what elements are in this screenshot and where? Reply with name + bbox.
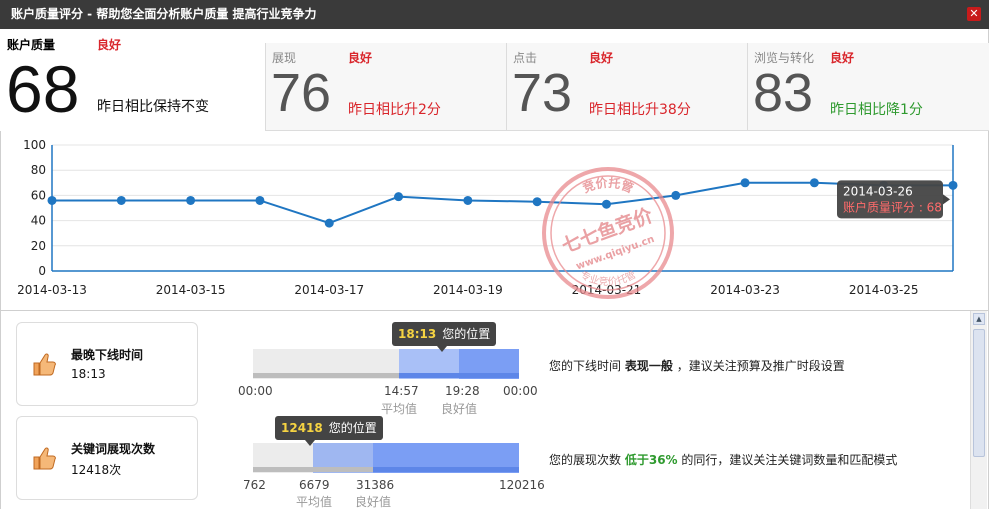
metric-details: 最晚下线时间 18:13 18:13 您的位置 00:00 14:57 19:28…: [0, 311, 989, 509]
data-point: [671, 190, 681, 200]
data-point: [47, 195, 57, 205]
y-tick-label: 20: [31, 239, 46, 253]
score-card-compare: 昨日相比降1分: [830, 102, 923, 118]
score-card-value: 73: [512, 63, 573, 123]
main-score-rating: 良好: [97, 38, 122, 52]
advice-prefix: 您的展现次数: [549, 453, 622, 467]
close-icon[interactable]: ✕: [967, 7, 981, 21]
advice-emphasis: 表现一般: [624, 359, 673, 373]
bar-tick: 14:57: [384, 384, 419, 398]
bar-tick: 00:00: [503, 384, 538, 398]
x-tick-label: 2014-03-25: [849, 283, 919, 297]
bubble-label: 您的位置: [442, 327, 491, 341]
trend-chart-svg: 0 20 40 60 80 100 2014-03-13 2014-03-15 2014-03-…: [17, 138, 958, 297]
score-card-compare: 昨日相比升38分: [589, 102, 691, 118]
data-point: [116, 195, 126, 205]
data-point: [255, 195, 265, 205]
tooltip-date: 2014-03-26: [843, 184, 913, 198]
advice-emphasis: 低于36%: [624, 453, 678, 467]
score-summary: 账户质量 良好 68 昨日相比保持不变 展现 良好 76 昨日相比升2分 点击 …: [0, 29, 989, 131]
scroll-up-icon[interactable]: ▲: [973, 313, 985, 325]
thumbs-up-icon: [33, 447, 56, 470]
y-tick-label: 0: [38, 264, 46, 278]
data-point: [532, 197, 542, 207]
score-card-impression[interactable]: 展现 良好 76 昨日相比升2分: [265, 43, 506, 131]
position-bubble: 12418 您的位置: [275, 416, 383, 446]
x-tick-label: 2014-03-19: [433, 283, 503, 297]
data-point: [463, 195, 473, 205]
tooltip-value: 账户质量评分 : 68: [843, 199, 942, 214]
metric-value: 18:13: [71, 367, 106, 381]
advice-prefix: 您的下线时间: [549, 359, 622, 373]
bar-tick: 120216: [499, 478, 545, 492]
score-trend-chart: 0 20 40 60 80 100 2014-03-13 2014-03-15 2014-03-…: [0, 131, 989, 311]
bar-baseline-highlight: [373, 467, 519, 472]
data-point: [809, 178, 819, 188]
main-score-compare: 昨日相比保持不变: [97, 99, 209, 115]
data-point: [601, 199, 611, 209]
bar-caption-good: 良好值: [355, 495, 392, 509]
score-card-rating: 良好: [348, 51, 373, 65]
x-tick-label: 2014-03-21: [572, 283, 642, 297]
position-bubble: 18:13 您的位置: [392, 322, 497, 352]
data-point: [186, 195, 196, 205]
vertical-scrollbar[interactable]: ▲: [970, 311, 987, 509]
bubble-value: 18:13: [398, 327, 437, 341]
bar-tick: 00:00: [238, 384, 273, 398]
x-tick-label: 2014-03-23: [710, 283, 780, 297]
bubble-pointer: [305, 440, 315, 446]
y-tick-label: 40: [31, 214, 46, 228]
score-card-click[interactable]: 点击 良好 73 昨日相比升38分: [506, 43, 747, 131]
title-bar: 账户质量评分 - 帮助您全面分析账户质量 提高行业竞争力 ✕: [0, 0, 989, 29]
bar-tick: 762: [243, 478, 266, 492]
bar-caption-good: 良好值: [441, 402, 478, 416]
advice-suffix: ，建议关注预算及推广时段设置: [676, 359, 845, 373]
x-tick-label: 2014-03-17: [294, 283, 364, 297]
bubble-label: 您的位置: [328, 421, 377, 435]
y-tick-label: 100: [23, 138, 46, 152]
metric-card-keyword-impressions[interactable]: 关键词展现次数 12418次: [16, 416, 198, 500]
bubble-pointer: [437, 346, 447, 352]
score-card-conversion[interactable]: 浏览与转化 良好 83 昨日相比降1分: [747, 43, 989, 131]
data-point: [948, 180, 958, 190]
bar-caption-average: 平均值: [381, 402, 418, 416]
bar-tick: 6679: [299, 478, 330, 492]
data-point: [324, 218, 334, 228]
main-score-value: 68: [6, 52, 80, 126]
metric-advice: 您的下线时间 表现一般 ，建议关注预算及推广时段设置: [549, 357, 845, 374]
metric-card-offline-time[interactable]: 最晚下线时间 18:13: [16, 322, 198, 406]
y-tick-label: 60: [31, 188, 46, 202]
score-card-rating: 良好: [830, 51, 855, 65]
metric-title: 最晚下线时间: [71, 348, 144, 362]
advice-suffix: 的同行，建议关注关键词数量和匹配模式: [681, 453, 898, 467]
data-point: [740, 178, 750, 188]
data-point: [394, 192, 404, 202]
score-card-value: 76: [271, 63, 332, 123]
window-title: 账户质量评分 - 帮助您全面分析账户质量 提高行业竞争力: [11, 7, 317, 21]
x-tick-label: 2014-03-15: [156, 283, 226, 297]
score-card-value: 83: [753, 63, 814, 123]
thumbs-up-icon: [33, 353, 56, 376]
metric-advice: 您的展现次数 低于36% 的同行，建议关注关键词数量和匹配模式: [549, 451, 897, 468]
bar-caption-average: 平均值: [296, 495, 333, 509]
y-tick-label: 80: [31, 163, 46, 177]
metric-value: 12418次: [71, 463, 122, 477]
bar-baseline-highlight: [399, 373, 519, 378]
main-score-card: 账户质量 良好 68 昨日相比保持不变: [0, 29, 265, 131]
scrollbar-thumb[interactable]: [973, 329, 985, 457]
metric-title: 关键词展现次数: [71, 442, 156, 456]
x-tick-label: 2014-03-13: [17, 283, 87, 297]
bubble-value: 12418: [281, 421, 323, 435]
bar-tick: 19:28: [445, 384, 480, 398]
bar-tick: 31386: [356, 478, 395, 492]
score-card-rating: 良好: [589, 51, 614, 65]
score-card-compare: 昨日相比升2分: [348, 102, 441, 118]
